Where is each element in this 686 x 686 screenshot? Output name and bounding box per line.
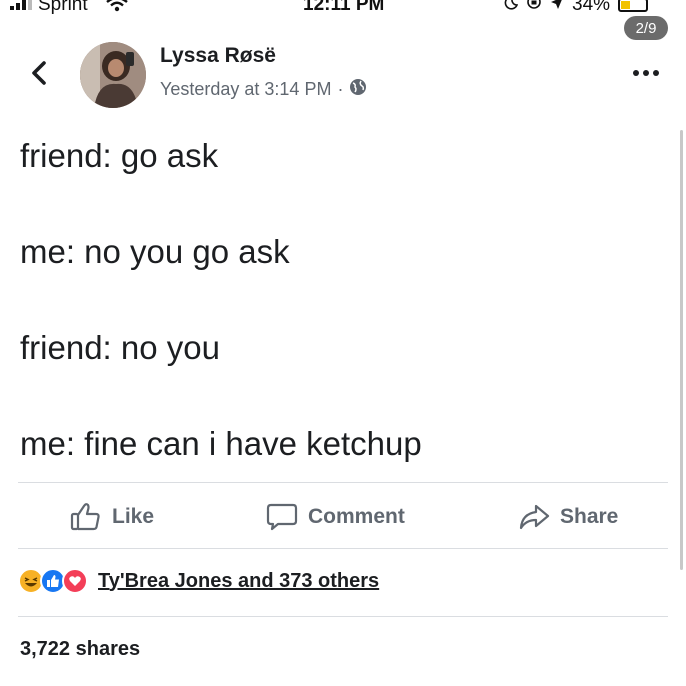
post-line: me: no you go ask: [20, 233, 290, 270]
divider: [18, 548, 668, 549]
post-line: friend: go ask: [20, 137, 219, 174]
more-options-button[interactable]: [628, 62, 664, 84]
status-right-group: 34%: [504, 0, 649, 16]
share-button[interactable]: Share: [518, 502, 618, 532]
divider: [18, 482, 668, 483]
author-name[interactable]: Lyssa Røsë: [160, 44, 276, 68]
dot: [643, 70, 649, 76]
status-time: 12:11 PM: [303, 0, 385, 15]
post-text: friend: go ask me: no you go ask friend:…: [20, 132, 660, 516]
facebook-post-screen: Sprint 12:11 PM 34% 2/9 Lyssa Røsë Yeste…: [0, 0, 686, 686]
post-line: friend: no you: [20, 329, 220, 366]
wifi-icon: [106, 0, 128, 18]
dot: [633, 70, 639, 76]
scrollbar[interactable]: [680, 130, 683, 570]
profile-photo: [80, 42, 146, 108]
post-timestamp[interactable]: Yesterday at 3:14 PM: [160, 79, 331, 100]
signal-strength-icon: [10, 0, 32, 10]
post-meta: Yesterday at 3:14 PM ·: [160, 78, 367, 101]
like-label: Like: [112, 505, 155, 528]
comment-label: Comment: [308, 505, 405, 528]
meta-separator: ·: [337, 79, 344, 99]
photo-counter: 2/9: [624, 16, 668, 40]
globe-icon: [349, 78, 367, 101]
comment-bubble-icon: [266, 503, 298, 531]
back-button[interactable]: [24, 58, 54, 88]
love-icon: [62, 568, 88, 594]
rotation-lock-icon: [526, 0, 542, 16]
dot: [653, 70, 659, 76]
status-bar: Sprint 12:11 PM 34%: [0, 0, 686, 20]
carrier-name: Sprint: [38, 0, 88, 15]
share-label: Share: [560, 505, 619, 528]
battery-icon: [618, 0, 649, 12]
share-arrow-icon: [519, 504, 550, 530]
battery-percentage: 34%: [572, 0, 611, 15]
thumbs-up-icon: [70, 503, 100, 531]
chevron-left-icon: [32, 61, 46, 85]
battery-fill: [621, 1, 631, 9]
comment-button[interactable]: Comment: [266, 502, 405, 532]
post-line: me: fine can i have ketchup: [20, 425, 422, 462]
location-arrow-icon: [550, 0, 564, 16]
avatar[interactable]: [80, 42, 146, 108]
divider: [18, 616, 668, 617]
shares-count[interactable]: 3,722 shares: [20, 638, 140, 661]
reactions-summary-text[interactable]: Ty'Brea Jones and 373 others: [98, 570, 379, 593]
do-not-disturb-icon: [504, 0, 519, 16]
like-button[interactable]: Like: [70, 502, 154, 532]
reactions-summary[interactable]: Ty'Brea Jones and 373 others: [18, 568, 379, 594]
